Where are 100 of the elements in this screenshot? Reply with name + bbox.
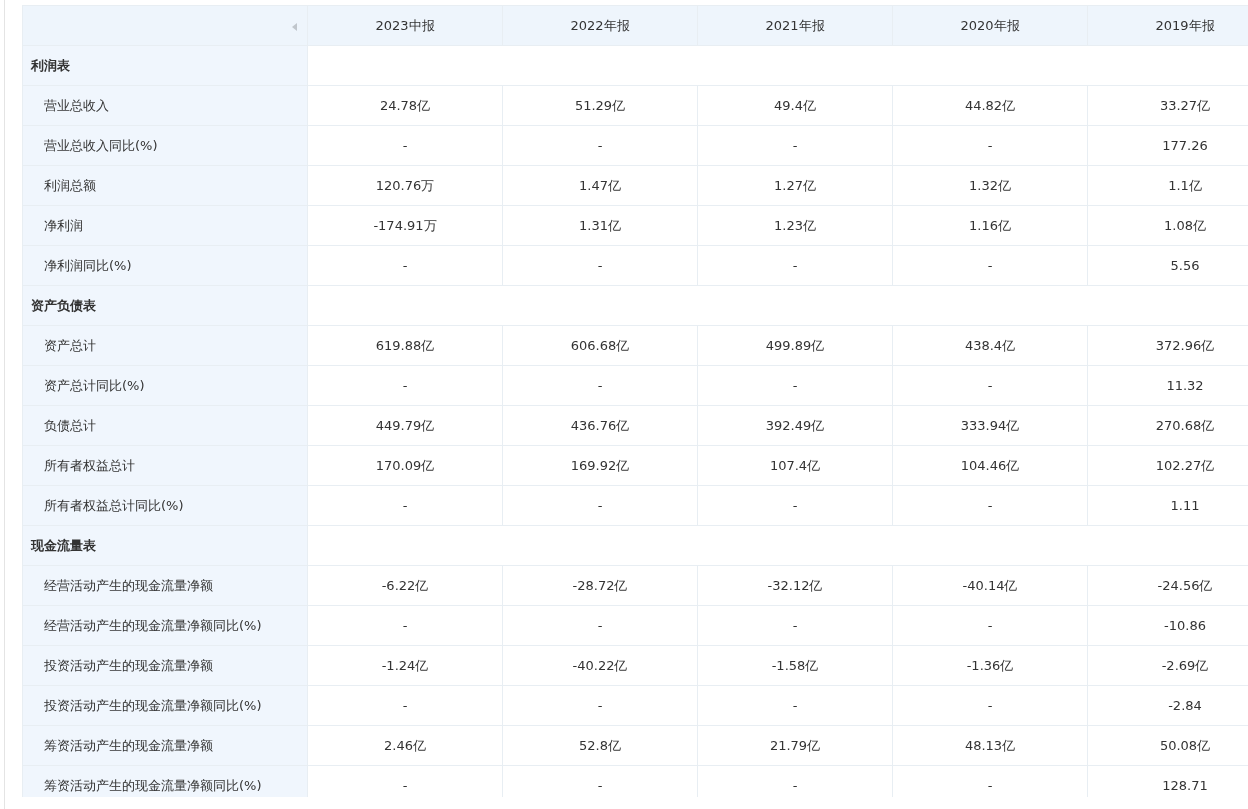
- table-cell: 21.79亿: [769, 737, 821, 753]
- row-label: 所有者权益总计: [44, 457, 135, 473]
- section-title: 现金流量表: [31, 537, 96, 553]
- table-cell: -1.58亿: [771, 657, 819, 673]
- table-cell: 333.94亿: [960, 417, 1020, 433]
- table-cell: 51.29亿: [574, 97, 626, 113]
- section-title: 资产负债表: [31, 297, 96, 313]
- table-cell: -: [402, 778, 408, 793]
- table-cell: -40.22亿: [572, 657, 628, 673]
- table-cell: 1.1亿: [1168, 177, 1202, 193]
- table-cell: 270.68亿: [1155, 417, 1215, 433]
- table-cell: 49.4亿: [774, 97, 816, 113]
- table-cell: -28.72亿: [572, 577, 628, 593]
- table-cell: -: [402, 618, 408, 633]
- row-label: 所有者权益总计同比(%): [44, 497, 184, 513]
- table-cell: -: [792, 138, 798, 153]
- row-label: 净利润同比(%): [44, 257, 132, 273]
- table-cell: 1.32亿: [969, 177, 1011, 193]
- section-title: 利润表: [31, 57, 70, 73]
- table-cell: -: [792, 698, 798, 713]
- table-cell: -6.22亿: [381, 577, 429, 593]
- table-cell: -: [792, 498, 798, 513]
- row-label: 营业总收入同比(%): [44, 137, 158, 153]
- table-cell: -1.24亿: [381, 657, 429, 673]
- row-label: 资产总计: [44, 337, 96, 353]
- table-cell: -2.69亿: [1161, 657, 1209, 673]
- row-label: 筹资活动产生的现金流量净额: [44, 737, 213, 753]
- table-cell: 2.46亿: [384, 737, 426, 753]
- table-cell: -: [402, 378, 408, 393]
- table-cell: -10.86: [1164, 618, 1206, 633]
- table-cell: -: [987, 258, 993, 273]
- table-cell: 436.76亿: [570, 417, 630, 433]
- table-cell: -: [597, 378, 603, 393]
- table-cell: -: [987, 618, 993, 633]
- table-cell: -: [402, 698, 408, 713]
- column-header: 2020年报: [960, 17, 1020, 33]
- row-label: 投资活动产生的现金流量净额: [44, 657, 213, 673]
- table-cell: 1.27亿: [774, 177, 816, 193]
- table-cell: 107.4亿: [769, 457, 821, 473]
- table-cell: -: [597, 698, 603, 713]
- table-cell: -2.84: [1168, 698, 1202, 713]
- table-cell: -: [792, 618, 798, 633]
- table-cell: 104.46亿: [960, 457, 1020, 473]
- table-cell: -174.91万: [373, 217, 437, 233]
- table-cell: -: [597, 618, 603, 633]
- table-cell: 372.96亿: [1155, 337, 1215, 353]
- table-cell: -40.14亿: [962, 577, 1018, 593]
- table-cell: 33.27亿: [1159, 97, 1211, 113]
- row-label: 经营活动产生的现金流量净额同比(%): [44, 617, 262, 633]
- table-cell: -: [792, 778, 798, 793]
- scroll-left-icon[interactable]: [292, 22, 297, 31]
- table-cell: -: [402, 138, 408, 153]
- table-cell: 170.09亿: [375, 457, 435, 473]
- table-cell: -: [987, 778, 993, 793]
- row-label: 净利润: [44, 217, 83, 233]
- table-cell: -: [597, 778, 603, 793]
- column-header: 2021年报: [765, 17, 825, 33]
- table-cell: -: [987, 138, 993, 153]
- row-label: 利润总额: [44, 177, 96, 193]
- table-cell: 606.68亿: [570, 337, 630, 353]
- table-cell: 499.89亿: [765, 337, 825, 353]
- column-header: 2019年报: [1155, 17, 1215, 33]
- table-cell: 1.16亿: [969, 217, 1011, 233]
- table-cell: 11.32: [1166, 378, 1204, 393]
- table-cell: 52.8亿: [579, 737, 621, 753]
- table-cell: 5.56: [1170, 258, 1200, 273]
- table-cell: -: [987, 378, 993, 393]
- row-label: 负债总计: [44, 417, 96, 433]
- column-header: 2022年报: [570, 17, 630, 33]
- table-cell: -1.36亿: [966, 657, 1014, 673]
- table-cell: 24.78亿: [379, 97, 431, 113]
- row-label: 营业总收入: [44, 97, 109, 113]
- table-cell: 102.27亿: [1155, 457, 1215, 473]
- table-cell: -: [597, 138, 603, 153]
- table-cell: 128.71: [1162, 778, 1208, 793]
- table-cell: -: [792, 258, 798, 273]
- column-header: 2023中报: [375, 17, 435, 33]
- table-cell: -24.56亿: [1157, 577, 1213, 593]
- table-cell: 177.26: [1162, 138, 1208, 153]
- table-cell: 1.11: [1170, 498, 1200, 513]
- table-cell: 44.82亿: [964, 97, 1016, 113]
- table-cell: 1.23亿: [774, 217, 816, 233]
- table-cell: 169.92亿: [570, 457, 630, 473]
- table-cell: 120.76万: [375, 177, 435, 193]
- table-cell: -: [987, 698, 993, 713]
- table-cell: -: [402, 498, 408, 513]
- table-cell: 619.88亿: [375, 337, 435, 353]
- table-cell: 392.49亿: [765, 417, 825, 433]
- row-label: 资产总计同比(%): [44, 377, 145, 393]
- row-label: 投资活动产生的现金流量净额同比(%): [44, 697, 262, 713]
- table-cell: -: [987, 498, 993, 513]
- table-cell: 1.47亿: [579, 177, 621, 193]
- table-cell: -32.12亿: [767, 577, 823, 593]
- table-cell: -: [792, 378, 798, 393]
- table-cell: -: [402, 258, 408, 273]
- table-cell: 50.08亿: [1159, 737, 1211, 753]
- table-cell: -: [597, 258, 603, 273]
- table-cell: -: [597, 498, 603, 513]
- row-label: 筹资活动产生的现金流量净额同比(%): [44, 777, 262, 793]
- row-label: 经营活动产生的现金流量净额: [44, 577, 213, 593]
